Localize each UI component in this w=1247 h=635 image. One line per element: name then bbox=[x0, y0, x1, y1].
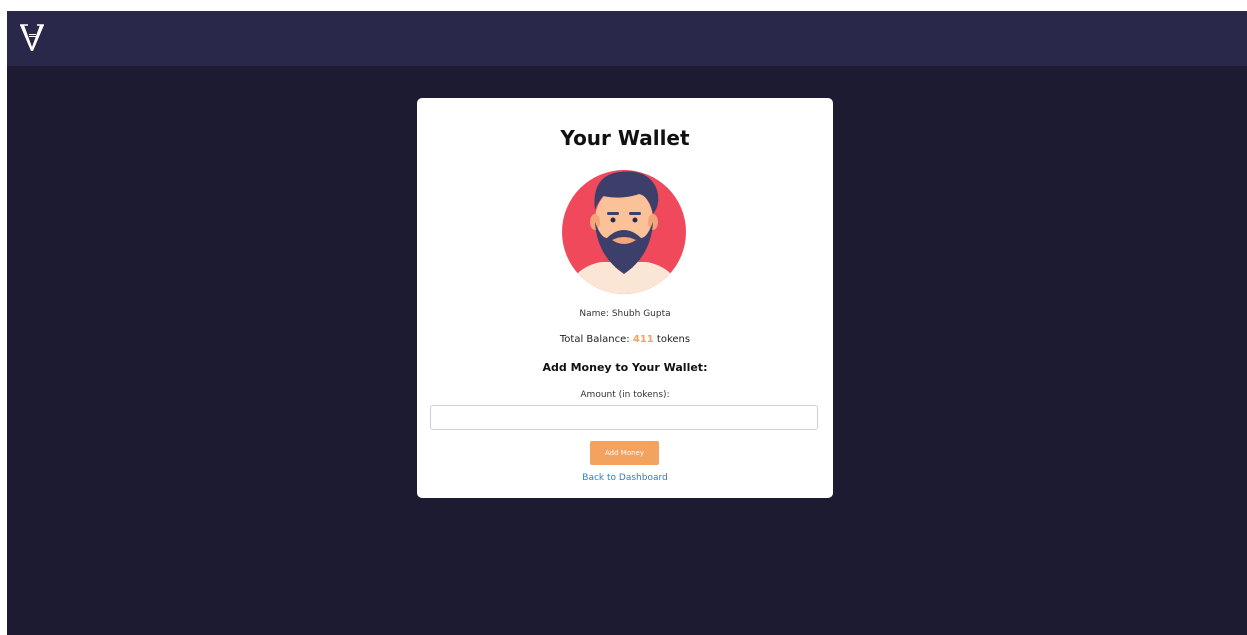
balance-label: Total Balance: bbox=[559, 334, 630, 345]
total-balance-line: Total Balance: 411 tokens bbox=[417, 334, 833, 345]
balance-unit: tokens bbox=[656, 334, 691, 345]
user-name-line: Name: Shubh Gupta bbox=[417, 309, 833, 319]
amount-input[interactable] bbox=[430, 405, 818, 430]
app-frame: Your Wallet Name: Shubh Gupta Total Bala… bbox=[7, 11, 1247, 635]
add-money-button[interactable]: Add Money bbox=[590, 441, 659, 465]
v-logo-icon[interactable] bbox=[19, 19, 45, 53]
amount-label: Amount (in tokens): bbox=[580, 390, 670, 400]
page-title: Your Wallet bbox=[560, 126, 690, 150]
add-money-heading: Add Money to Your Wallet: bbox=[542, 361, 708, 374]
top-navbar bbox=[7, 11, 1247, 66]
balance-value: 411 bbox=[632, 334, 654, 345]
name-label: Name: bbox=[579, 309, 609, 319]
bearded-man-avatar-icon bbox=[557, 164, 691, 296]
back-to-dashboard-link[interactable]: Back to Dashboard bbox=[417, 473, 833, 483]
name-value: Shubh Gupta bbox=[611, 309, 671, 319]
wallet-card: Your Wallet Name: Shubh Gupta Total Bala… bbox=[417, 98, 833, 498]
